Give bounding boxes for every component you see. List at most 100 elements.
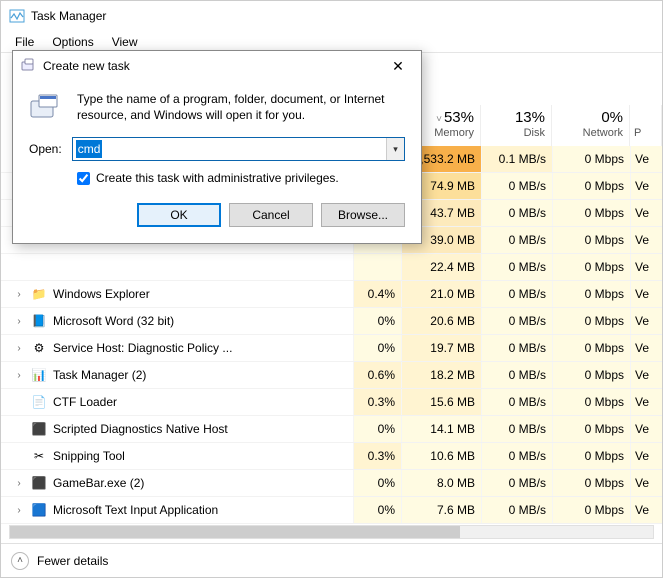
create-task-dialog: Create new task ✕ Type the name of a pro… [12,50,422,244]
cell-disk: 0 MB/s [481,254,552,280]
cell-p: Ve [630,389,662,415]
chevron-up-icon[interactable]: ˄ [11,552,29,570]
cell-disk: 0 MB/s [481,497,552,523]
process-row[interactable]: ›⬛GameBar.exe (2)0%8.0 MB0 MB/s0 MbpsVe [1,470,662,497]
fewer-details-button[interactable]: Fewer details [37,554,108,568]
process-row-left: 📄 CTF Loader [1,394,353,410]
expander-icon[interactable]: › [13,505,25,516]
menu-file[interactable]: File [7,33,42,51]
dialog-title: Create new task [43,59,130,73]
cell-disk: 0 MB/s [481,416,552,442]
cell-network: 0 Mbps [552,308,630,334]
cell-network: 0 Mbps [552,416,630,442]
open-input[interactable] [72,137,405,161]
process-icon: 📁 [31,286,47,302]
cell-p: Ve [630,497,662,523]
process-row[interactable]: ›📊Task Manager (2)0.6%18.2 MB0 MB/s0 Mbp… [1,362,662,389]
process-name: Microsoft Text Input Application [53,503,218,517]
cell-disk: 0 MB/s [481,281,552,307]
cell-disk: 0.1 MB/s [481,146,552,172]
column-header-disk[interactable]: 13% Disk [481,105,552,147]
run-icon [29,91,65,123]
process-row-left: › 🟦 Microsoft Text Input Application [1,502,353,518]
column-header-p[interactable]: P [630,105,662,147]
process-name: Microsoft Word (32 bit) [53,314,174,328]
cell-p: Ve [630,470,662,496]
process-name: Snipping Tool [53,449,125,463]
cell-network: 0 Mbps [552,497,630,523]
cell-p: Ve [630,173,662,199]
cell-cpu: 0% [353,470,401,496]
process-icon: 📄 [31,394,47,410]
cell-disk: 0 MB/s [481,362,552,388]
process-row-left: ›⚙Service Host: Diagnostic Policy ... [1,340,353,356]
process-name: Windows Explorer [53,287,150,301]
expander-icon[interactable]: › [13,370,25,381]
open-input-selection: cmd [76,140,103,158]
open-combobox[interactable]: cmd ▾ [72,137,405,161]
process-name: Service Host: Diagnostic Policy ... [53,341,232,355]
columns-header: ˅53% Memory 13% Disk 0% Network P [401,105,662,147]
process-row[interactable]: 📄CTF Loader0.3%15.6 MB0 MB/s0 MbpsVe [1,389,662,416]
cell-cpu: 0.6% [353,362,401,388]
expander-icon[interactable]: › [13,478,25,489]
process-icon: 🟦 [31,502,47,518]
cell-network: 0 Mbps [552,254,630,280]
process-row[interactable]: 22.4 MB0 MB/s0 MbpsVe [1,254,662,281]
expander-icon[interactable]: › [13,316,25,327]
ok-button[interactable]: OK [137,203,221,227]
footer: ˄ Fewer details [1,543,662,577]
column-header-network[interactable]: 0% Network [552,105,630,147]
process-row[interactable]: ✂Snipping Tool0.3%10.6 MB0 MB/s0 MbpsVe [1,443,662,470]
combobox-dropdown-button[interactable]: ▾ [386,138,404,160]
process-icon: ⬛ [31,475,47,491]
cell-cpu: 0% [353,335,401,361]
cell-memory: 15.6 MB [401,389,481,415]
expander-icon[interactable]: › [13,289,25,300]
scrollbar-thumb[interactable] [10,526,460,538]
cell-network: 0 Mbps [552,200,630,226]
cell-memory: 14.1 MB [401,416,481,442]
cell-cpu: 0.3% [353,443,401,469]
cancel-button[interactable]: Cancel [229,203,313,227]
process-icon: 📘 [31,313,47,329]
process-row[interactable]: ›📁Windows Explorer0.4%21.0 MB0 MB/s0 Mbp… [1,281,662,308]
process-row-left: › 📘 Microsoft Word (32 bit) [1,313,353,329]
process-row[interactable]: › 🟦 Microsoft Text Input Application 0%7.6 … [1,497,662,524]
chevron-down-icon: ▾ [393,144,398,155]
admin-privileges-checkbox[interactable] [77,172,90,185]
cell-p: Ve [630,227,662,253]
cell-memory: 7.6 MB [401,497,481,523]
cell-memory: 20.6 MB [401,308,481,334]
cell-disk: 0 MB/s [481,227,552,253]
expander-icon[interactable]: › [13,343,25,354]
cell-p: Ve [630,362,662,388]
process-row-left: ⬛ Scripted Diagnostics Native Host [1,421,353,437]
cell-network: 0 Mbps [552,146,630,172]
close-button[interactable]: ✕ [383,56,413,76]
process-name: CTF Loader [53,395,117,409]
horizontal-scrollbar[interactable] [9,525,654,539]
process-row-left: ›⬛GameBar.exe (2) [1,475,353,491]
cell-network: 0 Mbps [552,227,630,253]
menu-options[interactable]: Options [44,33,101,51]
cell-cpu: 0% [353,497,401,523]
process-row[interactable]: ›⚙Service Host: Diagnostic Policy ...0%1… [1,335,662,362]
cell-memory: 10.6 MB [401,443,481,469]
open-label: Open: [29,142,62,156]
dialog-titlebar[interactable]: Create new task ✕ [13,51,421,81]
cell-memory: 22.4 MB [401,254,481,280]
dialog-description: Type the name of a program, folder, docu… [77,91,405,123]
process-name: Scripted Diagnostics Native Host [53,422,228,436]
process-icon: ⬛ [31,421,47,437]
browse-button[interactable]: Browse... [321,203,405,227]
cell-p: Ve [630,443,662,469]
process-row[interactable]: ⬛Scripted Diagnostics Native Host0%14.1 … [1,416,662,443]
taskmanager-icon [9,8,25,24]
menu-view[interactable]: View [104,33,146,51]
cell-p: Ve [630,308,662,334]
cell-disk: 0 MB/s [481,470,552,496]
cell-network: 0 Mbps [552,443,630,469]
cell-network: 0 Mbps [552,173,630,199]
process-row[interactable]: ›📘Microsoft Word (32 bit)0%20.6 MB0 MB/s… [1,308,662,335]
